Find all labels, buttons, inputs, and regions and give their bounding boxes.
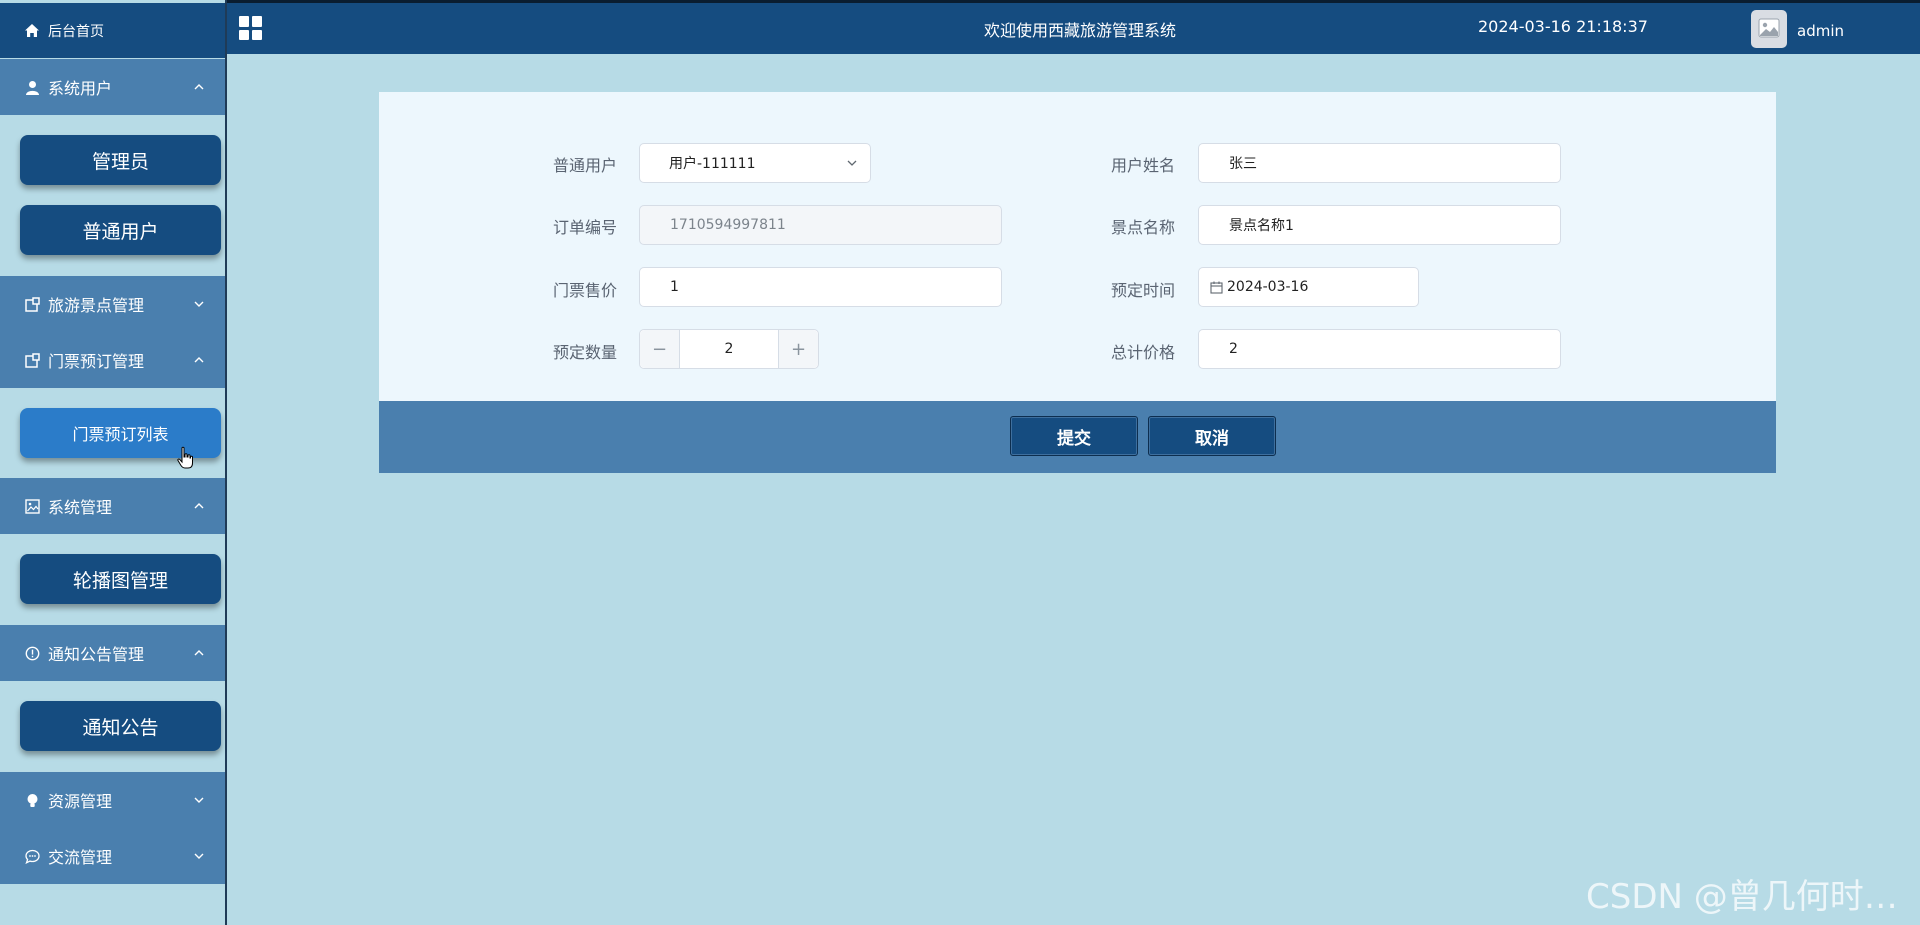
booking-edit-form: 普通用户 用户-111111 用户姓名 张三 订单编号 171059499781…	[379, 92, 1776, 401]
spot-name-label: 景点名称	[1110, 218, 1175, 237]
chevron-down-icon	[847, 160, 857, 166]
total-price-value: 2	[1229, 341, 1238, 357]
order-number-value: 1710594997811	[670, 217, 786, 233]
page-title: 欢迎使用西藏旅游管理系统	[983, 21, 1176, 40]
sidebar-group-label: 资源管理	[48, 792, 113, 811]
spot-name-value: 景点名称1	[1229, 218, 1294, 234]
chevron-down-icon	[194, 853, 204, 859]
booking-date-value: 2024-03-16	[1227, 279, 1309, 295]
sidebar-group-ticket-booking[interactable]: 门票预订管理	[0, 332, 225, 388]
ticket-price-field[interactable]: 1	[639, 267, 1002, 307]
ticket-price-value: 1	[670, 279, 679, 295]
chevron-down-icon	[194, 797, 204, 803]
sidebar-group-label: 通知公告管理	[48, 645, 145, 664]
sidebar-group-label: 旅游景点管理	[48, 296, 145, 315]
user-name-field[interactable]: 张三	[1198, 143, 1561, 183]
calendar-icon	[1210, 281, 1223, 294]
sidebar-group-label: 交流管理	[48, 848, 113, 867]
picture-icon	[24, 498, 40, 514]
sidebar-home-label: 后台首页	[48, 23, 104, 40]
ticket-price-label: 门票售价	[552, 281, 617, 300]
sidebar-home[interactable]: 后台首页	[0, 3, 225, 58]
sidebar-group-scenic-spots[interactable]: 旅游景点管理	[0, 276, 225, 332]
home-icon	[24, 23, 40, 38]
bulb-icon	[24, 792, 40, 808]
window-icon	[24, 352, 40, 368]
booking-date-label: 预定时间	[1110, 281, 1175, 300]
header-username[interactable]: admin	[1797, 22, 1844, 40]
sidebar-item-carousel-management[interactable]: 轮播图管理	[20, 554, 221, 604]
quantity-increase-button[interactable]: +	[778, 330, 818, 368]
cancel-button[interactable]: 取消	[1148, 416, 1276, 456]
chevron-up-icon	[194, 503, 204, 509]
user-icon	[24, 79, 40, 95]
sidebar-group-label: 系统管理	[48, 498, 113, 517]
spot-name-field[interactable]: 景点名称1	[1198, 205, 1561, 245]
warning-icon	[24, 645, 40, 661]
form-action-bar: 提交 取消	[379, 401, 1776, 473]
sidebar-group-system-users[interactable]: 系统用户	[0, 59, 225, 115]
top-header: 欢迎使用西藏旅游管理系统 2024-03-16 21:18:37 admin	[0, 0, 1920, 54]
header-datetime: 2024-03-16 21:18:37	[1478, 17, 1648, 36]
submenu-notice-management: 通知公告	[0, 681, 225, 772]
user-name-value: 张三	[1229, 156, 1257, 172]
user-select[interactable]: 用户-111111	[639, 143, 871, 183]
sidebar-group-resource-management[interactable]: 资源管理	[0, 772, 225, 828]
user-select-value: 用户-111111	[669, 156, 756, 172]
total-price-label: 总计价格	[1110, 343, 1175, 362]
quantity-stepper: − 2 +	[639, 329, 819, 369]
sidebar-group-system-management[interactable]: 系统管理	[0, 478, 225, 534]
sidebar-group-communication-management[interactable]: 交流管理	[0, 828, 225, 884]
chevron-up-icon	[194, 650, 204, 656]
total-price-field[interactable]: 2	[1198, 329, 1561, 369]
quantity-decrease-button[interactable]: −	[640, 330, 680, 368]
user-select-label: 普通用户	[552, 156, 617, 175]
submit-button[interactable]: 提交	[1010, 416, 1138, 456]
chat-icon	[24, 848, 40, 864]
window-icon	[24, 296, 40, 312]
watermark: CSDN @曾几何时…	[1586, 877, 1898, 917]
sidebar-item-normal-users[interactable]: 普通用户	[20, 205, 221, 255]
chevron-up-icon	[194, 357, 204, 363]
user-name-label: 用户姓名	[1110, 156, 1175, 175]
hand-cursor-icon	[177, 446, 193, 469]
sidebar-group-label: 系统用户	[48, 79, 113, 98]
sidebar-item-admin[interactable]: 管理员	[20, 135, 221, 185]
order-number-label: 订单编号	[552, 218, 617, 237]
chevron-up-icon	[194, 84, 204, 90]
sidebar-group-notice-management[interactable]: 通知公告管理	[0, 625, 225, 681]
chevron-down-icon	[194, 301, 204, 307]
sidebar: 后台首页 系统用户 管理员 普通用户 旅游景点管理 门票预订管理 门票预订列表	[0, 0, 227, 925]
booking-date-picker[interactable]: 2024-03-16	[1198, 267, 1419, 307]
sidebar-item-notices[interactable]: 通知公告	[20, 701, 221, 751]
quantity-input[interactable]: 2	[680, 330, 778, 368]
submenu-system-users: 管理员 普通用户	[0, 115, 225, 276]
avatar[interactable]	[1751, 10, 1787, 48]
quantity-label: 预定数量	[552, 343, 617, 362]
sidebar-group-label: 门票预订管理	[48, 352, 145, 371]
order-number-field: 1710594997811	[639, 205, 1002, 245]
menu-toggle-grid-icon[interactable]	[239, 16, 263, 40]
submenu-system-management: 轮播图管理	[0, 534, 225, 625]
